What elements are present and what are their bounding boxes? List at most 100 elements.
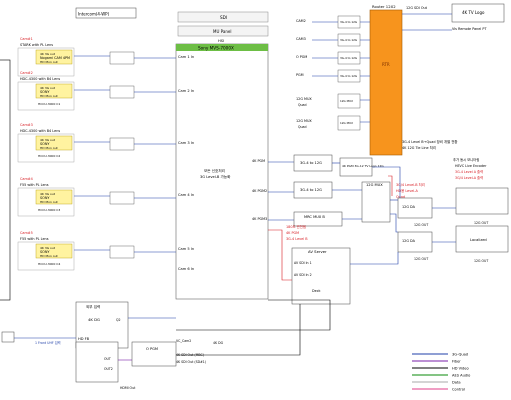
vc-cam-label: VC_Cam2: [176, 339, 191, 343]
router-out: 12G SDI Out: [406, 6, 428, 10]
o-pgm-label: O PGM: [146, 347, 158, 351]
camera-ccu: HCCU-3000 C4: [38, 262, 60, 266]
camera-tag: Cam#1: [20, 37, 33, 41]
red-note-1: 180도 반전됨: [286, 224, 306, 229]
external-input-title: 외부 입력: [86, 304, 100, 309]
router-input-conv-label: 3G-4 to 12G: [340, 38, 357, 42]
switcher-input-label: Cam 4 In: [178, 193, 194, 197]
da-box-2-label: 12G DA: [402, 239, 416, 243]
mid-conv-2-label: 3G-4 to 12G: [300, 188, 322, 192]
mux-box: [361, 181, 391, 223]
camera-lens: STARK with PL Lens: [20, 43, 53, 47]
switcher-note-2: 3G Level-B 가능화: [200, 174, 231, 179]
localized-label: Localized: [470, 238, 487, 242]
av-server-deck: Deck: [312, 289, 321, 293]
mu-panel-label: MU Panel: [213, 29, 231, 34]
red-note-4: 3G/4 Level-B 처리: [396, 182, 425, 187]
signal-wire: [176, 304, 301, 356]
switcher-note-1: 모든 신호처리: [204, 168, 225, 173]
left-edge-box: [0, 59, 11, 301]
legend-label: HD Video: [452, 367, 469, 371]
mux-box-label: 12G MUX: [340, 99, 353, 103]
legend-label: 3G-Quad: [452, 353, 468, 357]
camera-sub: HD Mon out: [40, 254, 59, 258]
camera-ccu: HCCU-3000 C2: [38, 154, 60, 158]
source-box: [1, 331, 15, 343]
camera-ccu: HCCU-3000 C1: [38, 102, 60, 106]
camera-column: Cam#1STARK with PL Lens4K 3G outNogami C…: [17, 37, 176, 271]
right-note-4: 3G/4 Level-A 출력: [455, 175, 483, 180]
switcher-output-label: 4K PGM: [252, 159, 265, 163]
hdmi-label: HDMI Out: [120, 386, 136, 390]
mux-quad-label: Quad: [298, 125, 307, 129]
router-title: Router 12X2: [372, 4, 396, 9]
right-note-2: HEVC Live Encoder: [455, 164, 487, 168]
mid-conv-1-label: 3G-4 to 12G: [300, 161, 322, 165]
mux-box-label: 12G MUX: [366, 183, 383, 187]
mux-quad-label: Quad: [298, 103, 307, 107]
switcher-output-label: 4K PGM2: [252, 189, 267, 193]
camera-lens: F55 with PL Lens: [20, 237, 49, 241]
red-note-2: 4K PGM: [286, 231, 299, 235]
front-input-label: 1 Front UHF 입력: [35, 340, 61, 345]
korean-note-1: 3G-4 Level B→Quad 장비 개별 전환: [402, 139, 457, 144]
legend-label: Data: [452, 381, 461, 385]
router-box: [369, 9, 403, 156]
switcher-input-label: Cam 5 In: [178, 247, 194, 251]
out-label: 12G OUT: [474, 259, 488, 263]
fb-out-2: OUT2: [104, 367, 113, 371]
switcher-input-label: Cam 6 In: [178, 267, 194, 271]
hd-fb-title: HD FB: [78, 337, 90, 341]
camera-tag: Cam#4: [20, 177, 33, 181]
dd-label: 4K DG: [213, 341, 224, 345]
red-note-5: HD용 Level-A: [396, 189, 418, 193]
logo-box-label: 4K PGM 3G-12 TV Logo 12G: [342, 164, 384, 168]
switcher-input-label: Cam 2 In: [178, 89, 194, 93]
camera-lens: HDC-4300 with B4 Lens: [20, 77, 60, 81]
camera-lens: HDC-4300 with B4 Lens: [20, 129, 60, 133]
signal-wire: [390, 213, 398, 233]
legend-label: Fiber: [452, 360, 461, 364]
camera-conv: [109, 191, 135, 205]
right-note-3: 3G-4 Level A 출력: [455, 169, 483, 174]
out-label: 12G OUT: [414, 257, 428, 261]
legend-label: AES Audio: [452, 374, 470, 378]
camera-conv: [109, 51, 135, 65]
red-note-3: 3G-4 Level B: [286, 237, 308, 241]
hd-fb-box: [75, 341, 119, 383]
router-input-label: O PGM: [296, 55, 307, 59]
camera-sub: HD Mon out: [40, 200, 59, 204]
switcher-head: HSI: [218, 39, 224, 43]
camera-sub: HD Mon out: [40, 94, 59, 98]
vc-box: [131, 341, 177, 367]
intercom-label: Intercom(4-WP): [78, 12, 110, 17]
camera-sub: HD Mon out: [40, 60, 59, 64]
camera-lens: F55 with PL Lens: [20, 183, 49, 187]
camera-sub: HD Mon out: [40, 146, 59, 150]
out-label: 12G OUT: [414, 223, 428, 227]
right-note-1: 추가 동시 모니터링: [453, 157, 479, 162]
camera-conv: [109, 85, 135, 99]
da-box-1-label: 12G DA: [402, 205, 416, 209]
router-input-label: PGM: [296, 73, 304, 77]
router-input-label: CAM3: [296, 37, 306, 41]
korean-note-2: 4K 12G Tie Line 처리: [402, 145, 436, 150]
encoder-box: [455, 187, 509, 215]
switcher-input-label: Cam 3 In: [178, 141, 194, 145]
switcher-input-label: Cam 1 In: [178, 55, 194, 59]
signal-wire: [176, 299, 331, 331]
av-server-title: AV Server: [308, 249, 327, 254]
legend-label: Control: [452, 388, 465, 392]
router-input-conv-label: 3G-4 to 12G: [340, 74, 357, 78]
out-label: 12G OUT: [474, 221, 488, 225]
camera-conv: [109, 245, 135, 259]
mux-input-label: 12G MUX: [296, 119, 312, 123]
router-input-conv-label: 3G-4 to 12G: [340, 56, 357, 60]
switcher-output-label: 4K PGM3: [252, 217, 267, 221]
switcher-title: Sony MVS-7000X: [198, 46, 234, 51]
mrc-mux-label: MRC MUX B: [304, 215, 325, 219]
camera-conv: [109, 137, 135, 151]
router-inputs: CAM2 3G-4 to 12G CAM3 3G-4 to 12G O PGM 3G-4 …: [296, 15, 370, 131]
external-input-box: [75, 301, 129, 349]
sdi-label: SDI: [220, 15, 227, 20]
